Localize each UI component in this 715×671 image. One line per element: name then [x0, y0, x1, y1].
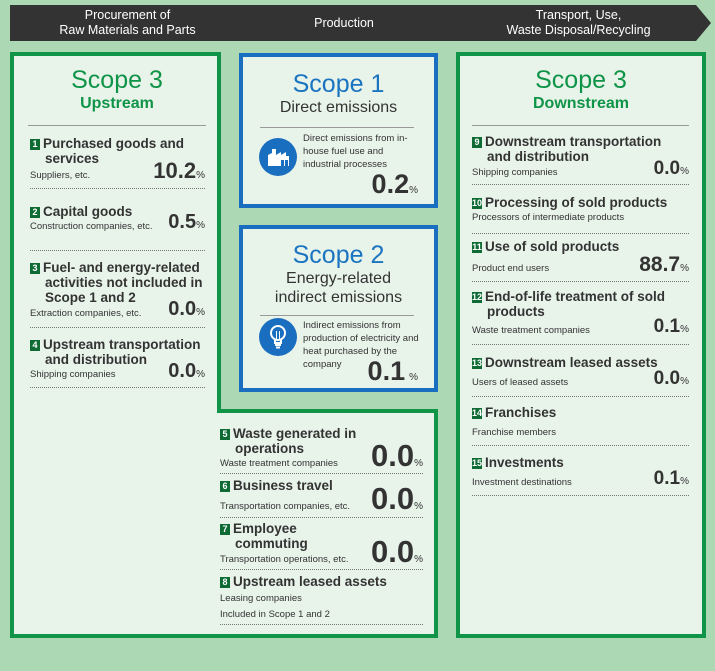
- category-item-3: 3 Fuel- and energy-related activities not …: [30, 260, 205, 328]
- category-item-4: 4 Upstream transportation and distribution…: [30, 337, 205, 388]
- scope2-panel: Scope 2 Energy-related indirect emission…: [239, 225, 438, 392]
- scope1-panel: Scope 1 Direct emissions Direct emission…: [239, 53, 438, 208]
- category-item-9: 9 Downstream transportation and distributi…: [472, 134, 689, 185]
- upstream-title: Scope 3: [71, 66, 163, 94]
- upstream-divider: [28, 125, 206, 126]
- lightbulb-icon: [259, 318, 297, 356]
- category-item-1: 1 Purchased goods and services Suppliers, …: [30, 136, 205, 189]
- category-item-6: 6 Business travel Transportation companie…: [220, 478, 423, 518]
- downstream-divider: [472, 125, 689, 126]
- category-item-13: 13 Downstream leased assets Users of leas…: [472, 355, 689, 397]
- scope2-title: Scope 2: [292, 241, 385, 269]
- category-item-2: 2 Capital goods Construction companies, e…: [30, 204, 205, 251]
- scope2-value: 0.1%: [367, 356, 418, 386]
- category-item-5: 5 Waste generated in operations Waste trea…: [220, 426, 423, 474]
- category-item-8: 8 Upstream leased assets Leasing companie…: [220, 574, 423, 625]
- category-value: 10.2%: [153, 158, 205, 183]
- category-item-12: 12 End-of-life treatment of sold products …: [472, 289, 689, 345]
- category-item-14: 14 Franchises Franchise members: [472, 405, 689, 446]
- downstream-title: Scope 3: [535, 66, 627, 94]
- scope1-title: Scope 1: [292, 70, 385, 98]
- category-item-11: 11 Use of sold products Product end users…: [472, 239, 689, 282]
- scope1-value: 0.2%: [371, 169, 418, 199]
- scope1-description: Direct emissions from in-house fuel use …: [303, 133, 408, 170]
- upstream-subtitle: Upstream: [80, 95, 154, 112]
- upstream-header: Scope 3 Upstream: [28, 66, 206, 114]
- category-item-10: 10 Processing of sold products Processors…: [472, 195, 689, 234]
- scope1-subtitle: Direct emissions: [279, 99, 398, 116]
- category-item-15: 15 Investments Investment destinations 0.…: [472, 455, 689, 496]
- category-item-7: 7 Employee commuting Transportation operat…: [220, 521, 423, 570]
- downstream-subtitle: Downstream: [532, 95, 630, 112]
- factory-icon: [259, 138, 297, 176]
- downstream-header: Scope 3 Downstream: [470, 66, 692, 114]
